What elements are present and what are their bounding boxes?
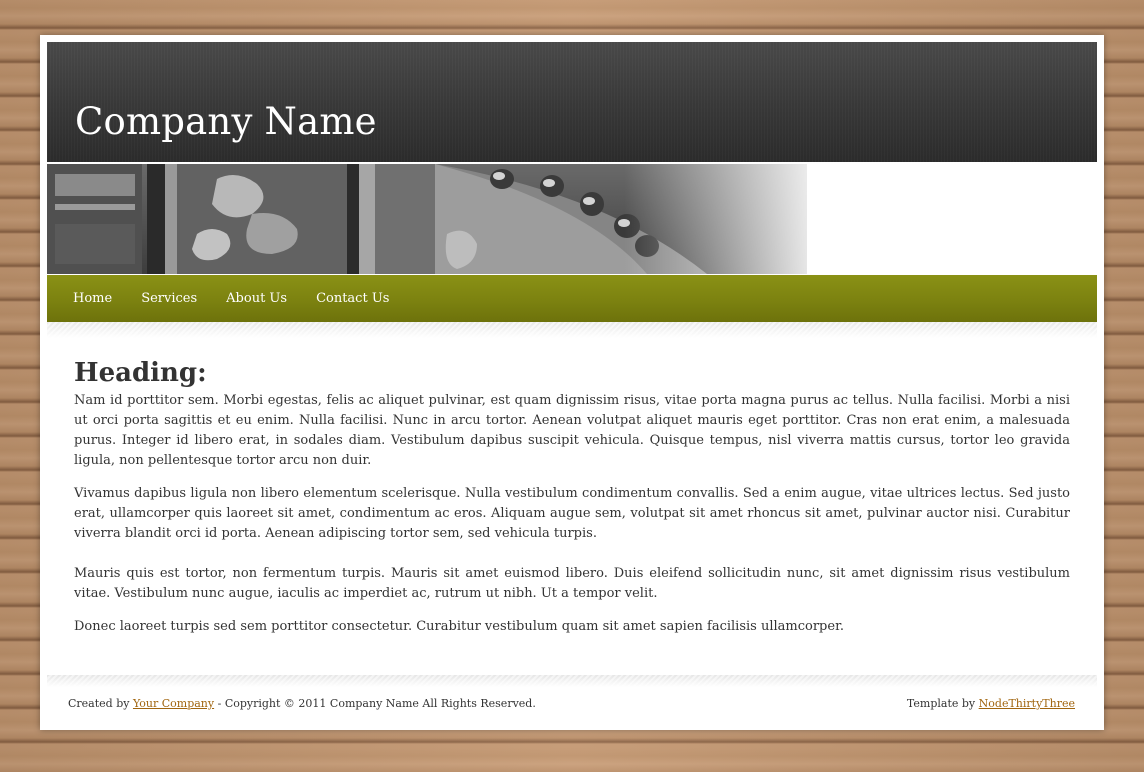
paragraph-4: Donec laoreet turpis sed sem porttitor c…: [74, 619, 844, 634]
nav-item-services[interactable]: Services: [141, 291, 197, 306]
footer-divider: [47, 675, 1097, 687]
main-content: Heading: Nam id porttitor sem. Morbi ege…: [74, 357, 1070, 650]
carved-stone-image: [47, 164, 1097, 274]
footer-template-credit: Template by NodeThirtyThree: [907, 697, 1075, 710]
nodethirtythree-link[interactable]: NodeThirtyThree: [979, 697, 1075, 710]
content-heading: Heading:: [74, 358, 207, 388]
copyright-text: - Copyright © 2011 Company Name All Righ…: [214, 697, 536, 710]
template-by-label: Template by: [906, 697, 979, 710]
paragraph-3: Mauris quis est tortor, non fermentum tu…: [74, 566, 1070, 601]
page-container: Company Name Home Services About Us Cont…: [40, 35, 1104, 730]
site-title: Company Name: [75, 100, 377, 143]
nav-divider: [47, 322, 1097, 338]
paragraph-2: Vivamus dapibus ligula non libero elemen…: [74, 486, 1070, 541]
your-company-link[interactable]: Your Company: [133, 697, 214, 710]
footer-credits: Created by Your Company - Copyright © 20…: [68, 697, 536, 710]
header-banner-image: [47, 164, 1097, 274]
created-by-label: Created by: [68, 697, 133, 710]
site-header: Company Name: [47, 42, 1097, 162]
nav-item-about-us[interactable]: About Us: [226, 291, 287, 306]
nav-item-home[interactable]: Home: [73, 291, 112, 306]
main-navigation: Home Services About Us Contact Us: [47, 275, 1097, 322]
nav-item-contact-us[interactable]: Contact Us: [316, 291, 389, 306]
paragraph-1: Nam id porttitor sem. Morbi egestas, fel…: [74, 393, 1070, 468]
site-footer: Created by Your Company - Copyright © 20…: [47, 675, 1097, 723]
